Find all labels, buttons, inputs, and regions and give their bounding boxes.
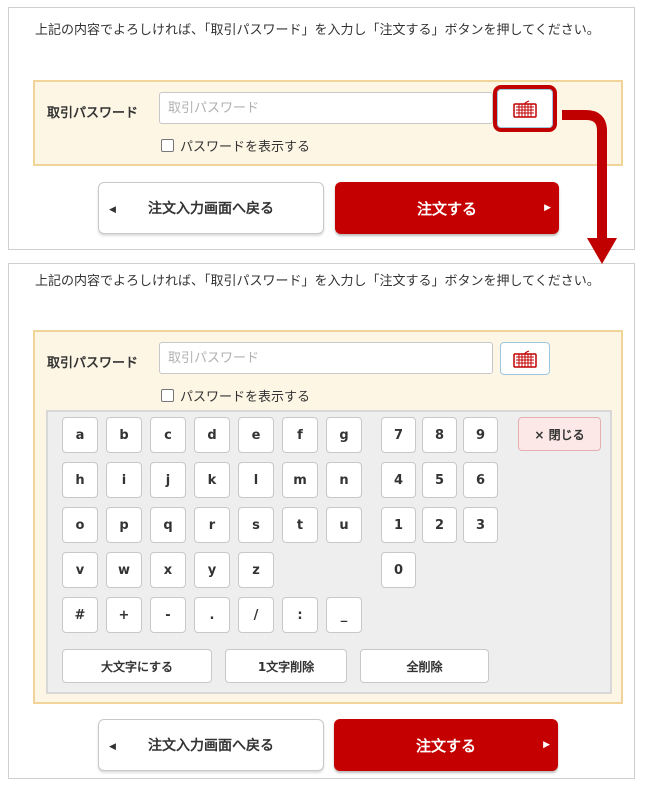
triangle-left-icon: ◀ [109,205,116,215]
password-input[interactable] [159,92,493,124]
key-c[interactable]: c [150,417,186,453]
show-password-checkbox[interactable] [161,139,174,152]
triangle-left-icon: ◀ [109,742,116,752]
key-4[interactable]: 4 [381,462,416,498]
place-order-button[interactable]: 注文する ▶ [334,719,558,771]
back-button-label: 注文入力画面へ戻る [148,201,274,217]
password-input[interactable] [159,342,493,374]
key-s[interactable]: s [238,507,274,543]
key-3[interactable]: 3 [463,507,498,543]
back-to-order-input-button[interactable]: ◀ 注文入力画面へ戻る [98,182,324,234]
key-symbol[interactable]: : [282,597,318,633]
key-9[interactable]: 9 [463,417,498,453]
key-p[interactable]: p [106,507,142,543]
key-a[interactable]: a [62,417,98,453]
key-n[interactable]: n [326,462,362,498]
key-x[interactable]: x [150,552,186,588]
key-symbol[interactable]: . [194,597,230,633]
keyboard-icon [513,349,537,368]
key-g[interactable]: g [326,417,362,453]
key-symbol[interactable]: / [238,597,274,633]
key-k[interactable]: k [194,462,230,498]
keyboard-icon [513,99,537,118]
password-section: 取引パスワード パスワードを表示する × 閉じる 大文字にする 1文字削除 全削… [33,330,623,704]
key-l[interactable]: l [238,462,274,498]
key-d[interactable]: d [194,417,230,453]
key-f[interactable]: f [282,417,318,453]
key-i[interactable]: i [106,462,142,498]
key-b[interactable]: b [106,417,142,453]
show-password-label: パスワードを表示する [180,390,311,405]
key-z[interactable]: z [238,552,274,588]
show-password-label: パスワードを表示する [180,140,311,155]
order-confirm-panel-expanded: 上記の内容でよろしければ、「取引パスワード」を入力し「注文する」ボタンを押してく… [8,263,635,779]
order-button-label: 注文する [415,736,476,755]
instruction-text: 上記の内容でよろしければ、「取引パスワード」を入力し「注文する」ボタンを押してく… [35,23,600,38]
triangle-right-icon: ▶ [544,203,551,213]
instruction-text: 上記の内容でよろしければ、「取引パスワード」を入力し「注文する」ボタンを押してく… [35,274,600,289]
back-to-order-input-button[interactable]: ◀ 注文入力画面へ戻る [98,719,324,771]
password-section: 取引パスワード パスワードを表示する [33,80,623,166]
key-v[interactable]: v [62,552,98,588]
delete-one-char-button[interactable]: 1文字削除 [225,649,347,683]
key-8[interactable]: 8 [422,417,457,453]
key-t[interactable]: t [282,507,318,543]
password-label: 取引パスワード [47,106,139,121]
password-label: 取引パスワード [47,356,139,371]
keyboard-toggle-button[interactable] [500,342,550,375]
delete-all-button[interactable]: 全削除 [360,649,489,683]
key-6[interactable]: 6 [463,462,498,498]
key-m[interactable]: m [282,462,318,498]
key-0[interactable]: 0 [381,552,416,588]
key-e[interactable]: e [238,417,274,453]
key-5[interactable]: 5 [422,462,457,498]
key-1[interactable]: 1 [381,507,416,543]
order-confirm-panel-collapsed: 上記の内容でよろしければ、「取引パスワード」を入力し「注文する」ボタンを押してく… [8,7,635,250]
back-button-label: 注文入力画面へ戻る [148,738,274,754]
show-password-toggle[interactable]: パスワードを表示する [161,386,310,405]
key-j[interactable]: j [150,462,186,498]
key-symbol[interactable]: - [150,597,186,633]
key-q[interactable]: q [150,507,186,543]
key-w[interactable]: w [106,552,142,588]
place-order-button[interactable]: 注文する ▶ [335,182,559,234]
close-keypad-button[interactable]: × 閉じる [518,417,601,451]
key-7[interactable]: 7 [381,417,416,453]
key-u[interactable]: u [326,507,362,543]
key-r[interactable]: r [194,507,230,543]
show-password-toggle[interactable]: パスワードを表示する [161,136,310,155]
key-symbol[interactable]: # [62,597,98,633]
key-2[interactable]: 2 [422,507,457,543]
triangle-right-icon: ▶ [543,740,550,750]
key-symbol[interactable]: + [106,597,142,633]
software-keypad: × 閉じる 大文字にする 1文字削除 全削除 abcdefg hijklmn opq… [46,410,612,694]
keyboard-toggle-button[interactable] [493,85,557,132]
key-o[interactable]: o [62,507,98,543]
key-symbol[interactable]: _ [326,597,362,633]
uppercase-button[interactable]: 大文字にする [62,649,212,683]
key-h[interactable]: h [62,462,98,498]
show-password-checkbox[interactable] [161,389,174,402]
order-button-label: 注文する [416,199,477,218]
key-y[interactable]: y [194,552,230,588]
